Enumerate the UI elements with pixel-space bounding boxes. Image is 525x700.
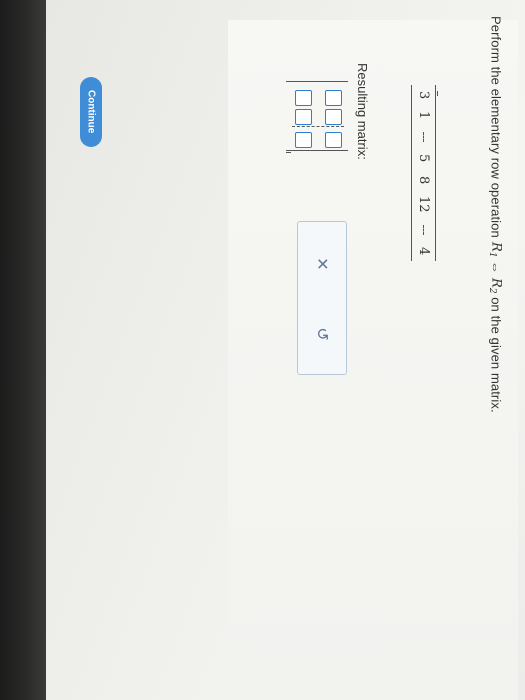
question-prefix: Perform the elementary row operation <box>488 16 504 242</box>
resulting-matrix-label: Resulting matrix: <box>355 63 370 160</box>
answer-tools: ✕ ↺ <box>297 221 347 375</box>
augment-divider <box>423 224 424 235</box>
matrix-cell-1-2: 1 <box>416 111 431 120</box>
answer-input-1-2[interactable] <box>325 109 342 125</box>
row-op-r2: R <box>488 277 504 288</box>
question-text: Perform the elementary row operation R1 … <box>487 16 504 413</box>
undo-icon[interactable]: ↺ <box>310 322 334 346</box>
matrix-cell-1-1: 3 <box>416 91 431 100</box>
answer-input-1-3[interactable] <box>325 132 342 148</box>
question-suffix: on the given matrix. <box>488 293 504 413</box>
monitor-bezel <box>0 0 46 700</box>
row-op-r1: R <box>488 241 504 252</box>
answer-matrix <box>286 81 348 153</box>
matrix-cell-2-3: 4 <box>416 246 431 255</box>
matrix-row-1: 3 1 5 <box>416 91 431 162</box>
answer-input-2-1[interactable] <box>295 90 312 106</box>
continue-button[interactable]: Continue <box>80 77 102 147</box>
answer-input-2-2[interactable] <box>295 109 312 125</box>
given-matrix: 3 1 5 8 12 4 <box>411 85 438 261</box>
matrix-cell-2-2: 12 <box>416 196 431 213</box>
clear-icon[interactable]: ✕ <box>310 252 334 276</box>
question-panel <box>228 20 518 700</box>
answer-input-2-3[interactable] <box>295 132 312 148</box>
augment-divider <box>423 131 424 142</box>
answer-input-1-1[interactable] <box>325 90 342 106</box>
matrix-cell-2-1: 8 <box>416 175 431 185</box>
swap-arrow: ⇔ <box>488 257 504 278</box>
augment-divider <box>292 126 344 127</box>
matrix-cell-1-3: 5 <box>416 153 431 162</box>
matrix-row-2: 8 12 4 <box>416 176 431 255</box>
